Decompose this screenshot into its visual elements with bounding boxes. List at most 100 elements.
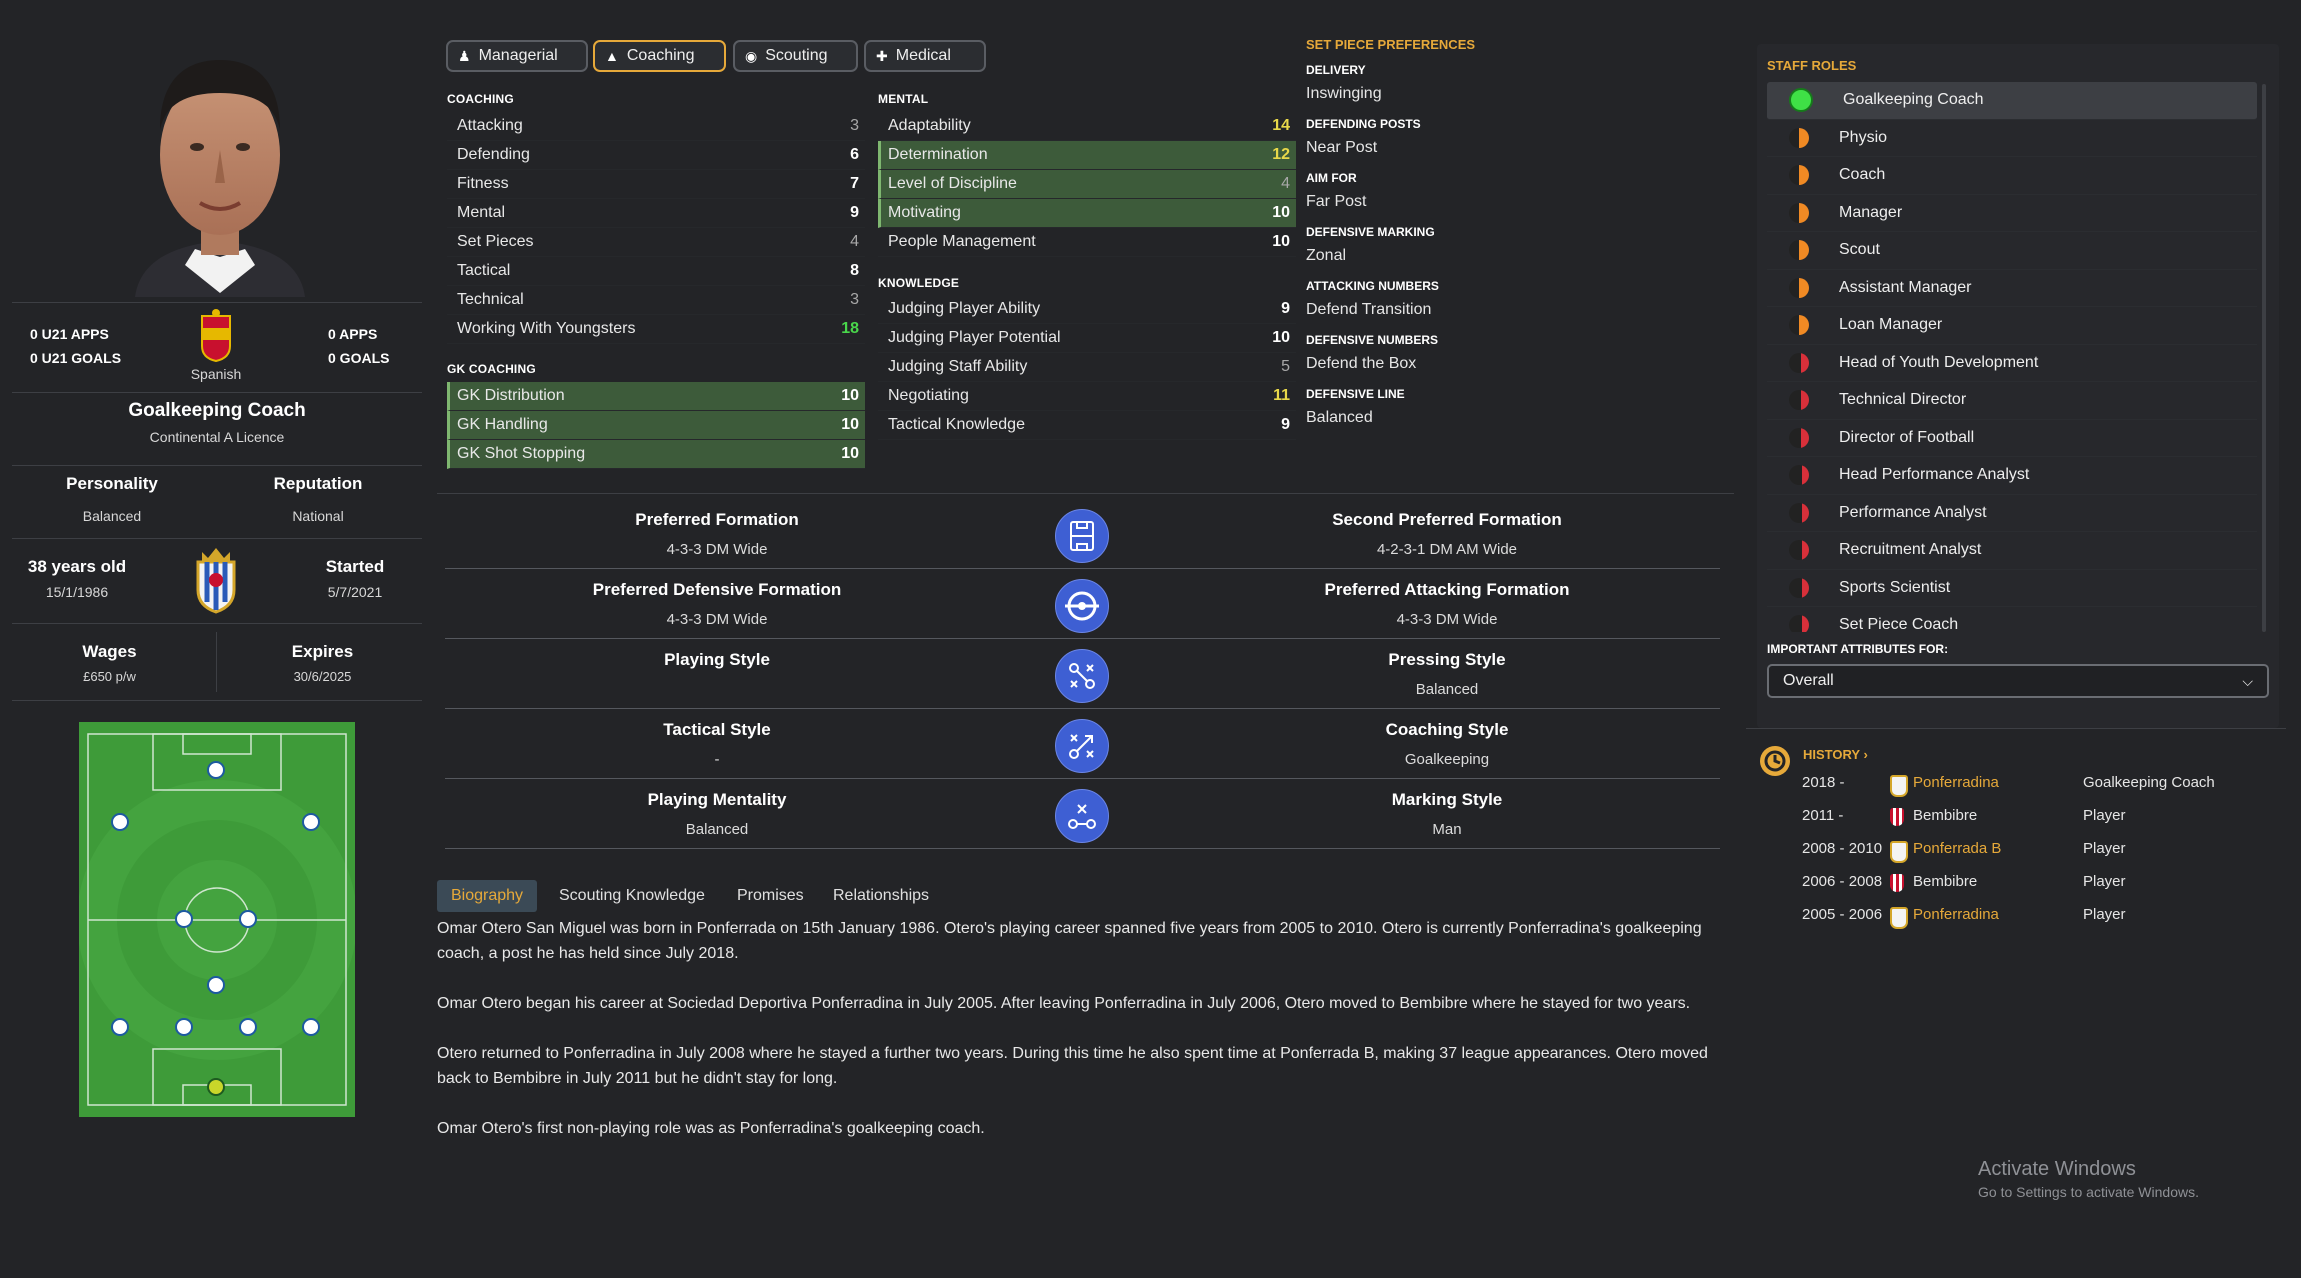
marking-style-value: Man — [1432, 821, 1462, 838]
attribute-row[interactable]: Defending 6 — [447, 141, 865, 170]
history-club[interactable]: Ponferradina — [1913, 906, 1999, 923]
attribute-row[interactable]: Level of Discipline 4 — [878, 170, 1296, 199]
history-row[interactable]: 2008 - 2010 Ponferrada B Player — [1800, 834, 2220, 866]
tab-scouting-knowledge[interactable]: Scouting Knowledge — [545, 880, 719, 912]
attribute-row[interactable]: Determination 12 — [878, 141, 1296, 170]
tab-relationships[interactable]: Relationships — [819, 880, 943, 912]
tab-coaching[interactable]: ▲ Coaching — [593, 40, 726, 72]
history-row[interactable]: 2005 - 2006 Ponferradina Player — [1800, 900, 2220, 932]
history-link[interactable]: HISTORY › — [1803, 747, 1868, 762]
role-suitability-icon — [1789, 502, 1809, 523]
attribute-label: Fitness — [457, 175, 509, 192]
tactical-style-value: - — [714, 751, 720, 768]
role-row[interactable]: Director of Football — [1767, 420, 2257, 457]
formation-pitch-icon — [1055, 509, 1109, 563]
role-row[interactable]: Assistant Manager — [1767, 270, 2257, 307]
formation-pitch[interactable] — [79, 722, 355, 1117]
role-row[interactable]: Head of Youth Development — [1767, 345, 2257, 382]
history-club[interactable]: Ponferrada B — [1913, 840, 2001, 857]
role-label: Technical Director — [1839, 391, 1967, 409]
role-row[interactable]: Sports Scientist — [1767, 570, 2257, 607]
role-row[interactable]: Scout — [1767, 232, 2257, 270]
attribute-row[interactable]: GK Shot Stopping 10 — [447, 440, 865, 469]
attribute-row[interactable]: People Management 10 — [878, 228, 1296, 257]
biography-paragraph: Omar Otero began his career at Sociedad … — [437, 995, 1691, 1012]
u21-apps: 0 U21 APPS — [30, 326, 109, 342]
attribute-row[interactable]: Tactical 8 — [447, 257, 865, 286]
second-formation-label: Second Preferred Formation — [1332, 510, 1562, 529]
history-role: Player — [2083, 906, 2126, 923]
marking-style-label: Marking Style — [1391, 790, 1503, 809]
attribute-row[interactable]: Negotiating 11 — [878, 382, 1296, 411]
history-club[interactable]: Bembibre — [1913, 873, 1977, 890]
attribute-label: Judging Player Ability — [888, 300, 1041, 317]
target-icon — [1055, 579, 1109, 633]
attribute-row[interactable]: Judging Player Potential 10 — [878, 324, 1296, 353]
attribute-label: Defending — [457, 146, 530, 163]
role-suitability-icon — [1789, 390, 1809, 411]
history-row[interactable]: 2011 - Bembibre Player — [1800, 801, 2220, 833]
history-row[interactable]: 2018 - Ponferradina Goalkeeping Coach — [1800, 768, 2220, 800]
playing-style-label: Playing Style — [664, 650, 770, 669]
staff-role-title: Goalkeeping Coach — [128, 400, 306, 421]
role-suitability-icon — [1789, 240, 1809, 261]
attribute-label: Level of Discipline — [888, 175, 1017, 192]
staff-roles-list[interactable]: Goalkeeping Coach Physio Coach Manager S… — [1767, 82, 2257, 632]
knowledge-heading: KNOWLEDGE — [878, 276, 960, 290]
attribute-label: Tactical Knowledge — [888, 416, 1025, 433]
role-suitability-icon — [1789, 540, 1809, 561]
club-crest-icon[interactable] — [193, 546, 239, 614]
mentality-icon — [1055, 789, 1109, 843]
history-club[interactable]: Bembibre — [1913, 807, 1977, 824]
role-row[interactable]: Loan Manager — [1767, 307, 2257, 345]
tab-biography[interactable]: Biography — [437, 880, 538, 912]
role-row[interactable]: Performance Analyst — [1767, 495, 2257, 532]
attribute-row[interactable]: GK Handling 10 — [447, 411, 865, 440]
role-row[interactable]: Manager — [1767, 195, 2257, 232]
attribute-row[interactable]: Working With Youngsters 18 — [447, 315, 865, 344]
history-row[interactable]: 2006 - 2008 Bembibre Player — [1800, 867, 2220, 899]
history-years: 2005 - 2006 — [1802, 906, 1883, 923]
set-piece-label: DEFENDING POSTS — [1306, 117, 1421, 131]
attribute-row[interactable]: Judging Staff Ability 5 — [878, 353, 1296, 382]
tab-promises[interactable]: Promises — [723, 880, 818, 912]
gk-coaching-heading: GK COACHING — [447, 362, 536, 376]
role-suitability-icon — [1789, 165, 1809, 186]
attribute-row[interactable]: Mental 9 — [447, 199, 865, 228]
coaching-style-label: Coaching Style — [1385, 720, 1509, 739]
attribute-row[interactable]: Technical 3 — [447, 286, 865, 315]
attribute-row[interactable]: Motivating 10 — [878, 199, 1296, 228]
role-label: Scout — [1839, 241, 1880, 259]
role-row[interactable]: Technical Director — [1767, 382, 2257, 420]
attribute-label: Determination — [888, 146, 988, 163]
set-piece-label: DEFENSIVE NUMBERS — [1306, 333, 1439, 347]
role-row[interactable]: Set Piece Coach — [1767, 607, 2257, 632]
attribute-row[interactable]: Judging Player Ability 9 — [878, 295, 1296, 324]
started-date: 5/7/2021 — [327, 584, 383, 600]
attribute-label: GK Handling — [457, 416, 548, 433]
attribute-row[interactable]: Tactical Knowledge 9 — [878, 411, 1296, 440]
important-attributes-select[interactable]: Overall ⌵ — [1767, 664, 2269, 698]
roles-scrollbar[interactable] — [2262, 84, 2266, 632]
history-club[interactable]: Ponferradina — [1913, 774, 1999, 791]
tactical-style-label: Tactical Style — [663, 720, 771, 739]
role-row[interactable]: Goalkeeping Coach — [1767, 82, 2257, 120]
chevron-down-icon: ⌵ — [2242, 672, 2253, 689]
tab-medical[interactable]: ✚ Medical — [864, 40, 986, 72]
tab-label: Managerial — [478, 47, 558, 64]
tab-managerial[interactable]: ♟ Managerial — [446, 40, 588, 72]
attribute-value: 12 — [1272, 146, 1290, 163]
attribute-row[interactable]: Fitness 7 — [447, 170, 865, 199]
attribute-row[interactable]: Attacking 3 — [447, 112, 865, 141]
role-row[interactable]: Head Performance Analyst — [1767, 457, 2257, 495]
role-row[interactable]: Recruitment Analyst — [1767, 532, 2257, 570]
attribute-row[interactable]: Adaptability 14 — [878, 112, 1296, 141]
pressing-style-label: Pressing Style — [1388, 650, 1506, 669]
attribute-row[interactable]: GK Distribution 10 — [447, 382, 865, 411]
coaching-attributes: Attacking 3 Defending 6 Fitness 7 Mental 9 S… — [447, 112, 865, 344]
tab-scouting[interactable]: ◉ Scouting — [733, 40, 858, 72]
attribute-row[interactable]: Set Pieces 4 — [447, 228, 865, 257]
set-piece-value: Far Post — [1306, 193, 1367, 210]
role-row[interactable]: Coach — [1767, 157, 2257, 195]
role-row[interactable]: Physio — [1767, 120, 2257, 157]
